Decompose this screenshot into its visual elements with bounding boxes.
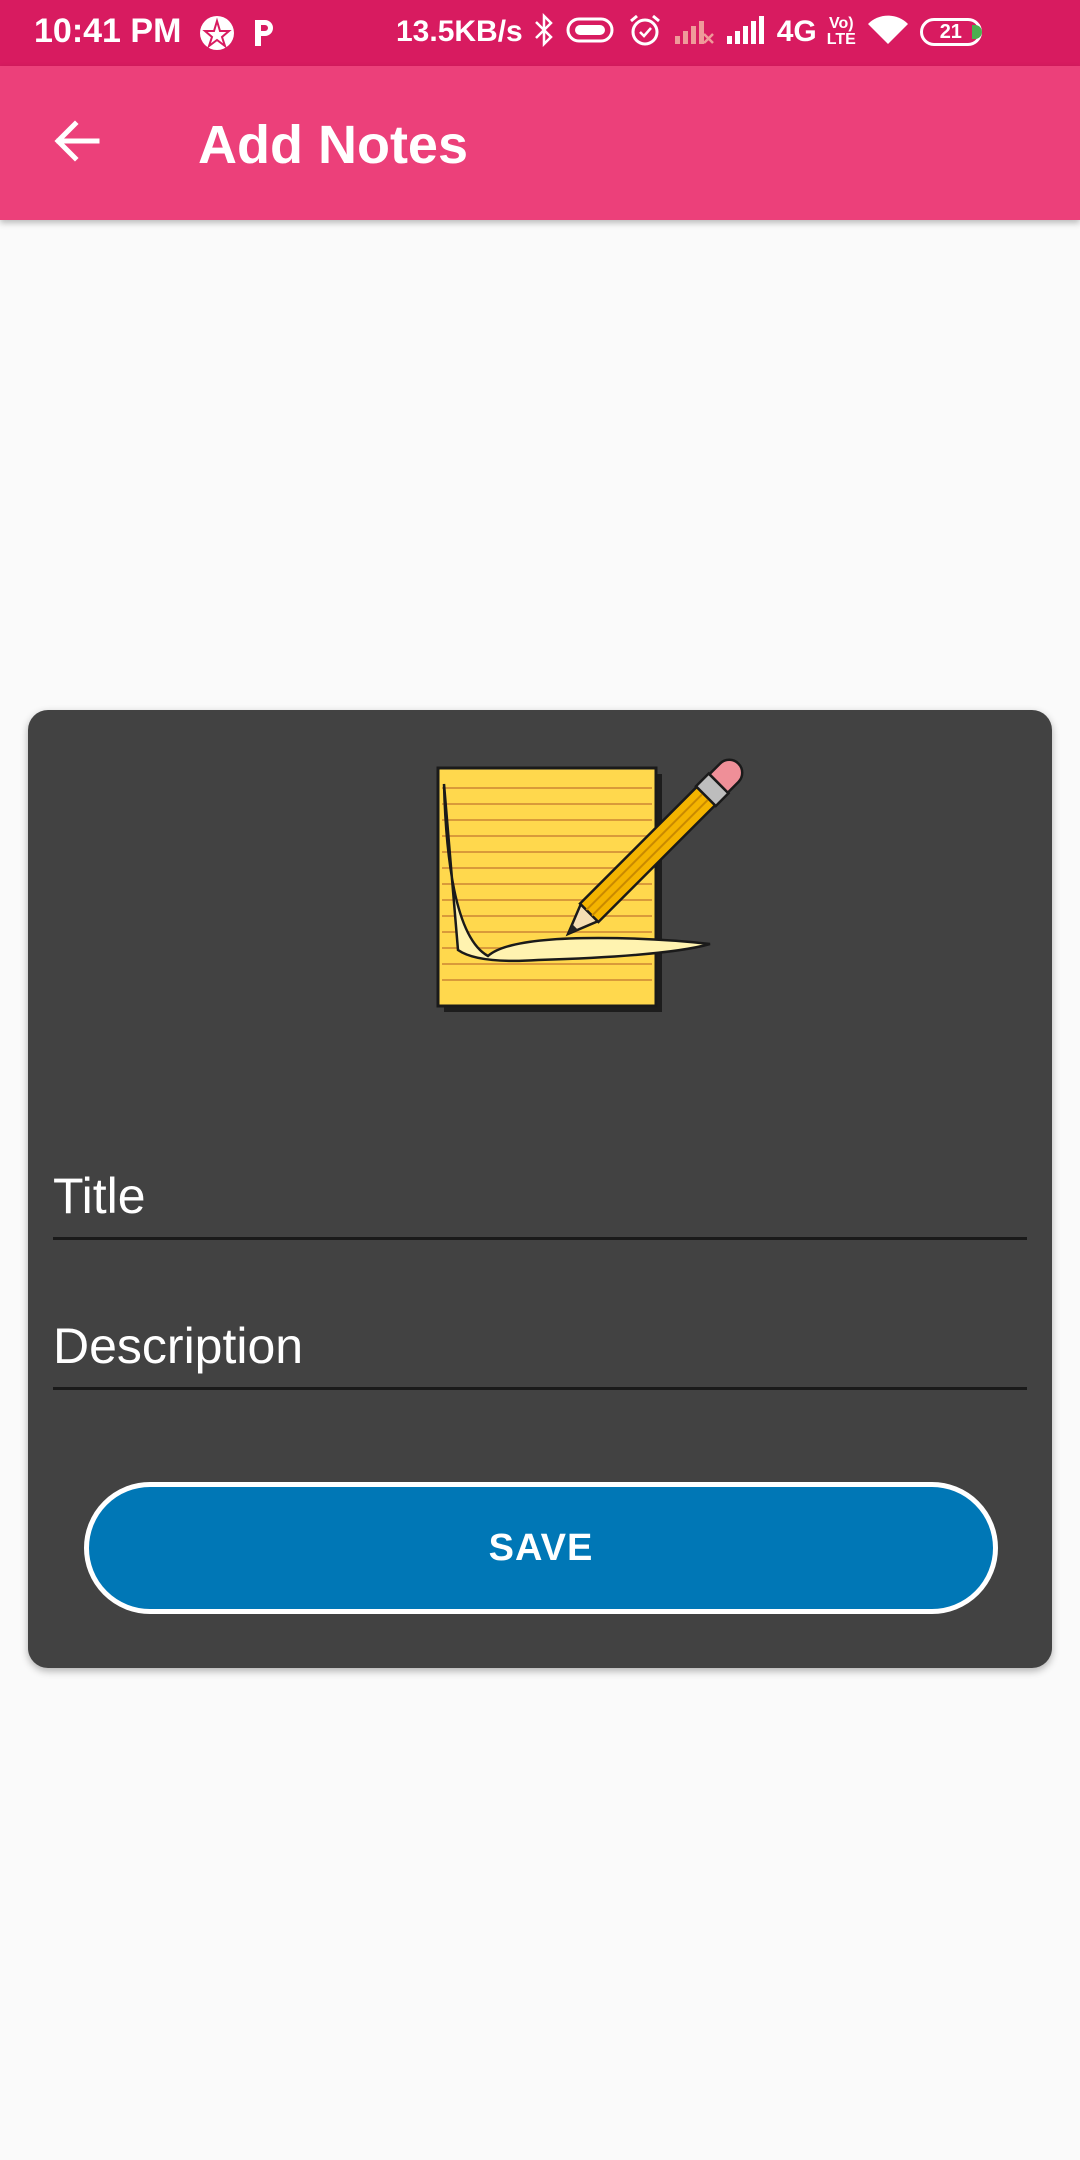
net-speed: 13.5KB/s bbox=[396, 15, 523, 48]
battery-charge-indicator bbox=[971, 25, 982, 39]
signal-sim2-icon bbox=[725, 14, 767, 51]
p-notification-icon bbox=[250, 16, 276, 55]
volte-top-text: Vo) bbox=[829, 15, 854, 32]
wifi-icon bbox=[866, 14, 910, 51]
app-notification-icon bbox=[198, 14, 236, 57]
description-placeholder: Description bbox=[53, 1318, 304, 1374]
add-note-card: Title Description SAVE bbox=[28, 710, 1052, 1668]
volte-bottom-text: LTE bbox=[826, 31, 856, 48]
save-button[interactable]: SAVE bbox=[84, 1482, 998, 1614]
network-type: 4G bbox=[776, 15, 817, 48]
volte-indicator: Vo) LTE bbox=[827, 16, 856, 48]
battery-icon: 21 bbox=[919, 18, 982, 46]
battery-level: 21 bbox=[939, 21, 962, 43]
notepad-pencil-icon bbox=[418, 724, 778, 1024]
signal-sim1-no-service-icon bbox=[673, 14, 715, 51]
bluetooth-icon bbox=[533, 12, 555, 52]
battery-saver-icon bbox=[565, 15, 617, 50]
alarm-icon bbox=[627, 12, 663, 53]
save-button-label: SAVE bbox=[488, 1526, 594, 1569]
arrow-back-icon bbox=[53, 119, 101, 167]
status-notification-icons bbox=[198, 14, 276, 57]
status-time: 10:41 PM bbox=[34, 12, 182, 50]
back-button[interactable] bbox=[46, 118, 108, 168]
description-field[interactable]: Description bbox=[53, 1310, 1027, 1390]
title-placeholder: Title bbox=[53, 1168, 146, 1224]
title-field[interactable]: Title bbox=[53, 1160, 1027, 1240]
status-bar: 10:41 PM 13.5KB/s 4G Vo) LTE 21 bbox=[0, 0, 1080, 66]
page-title: Add Notes bbox=[198, 115, 468, 175]
app-bar: Add Notes bbox=[0, 66, 1080, 220]
status-system-icons: 13.5KB/s 4G Vo) LTE 21 bbox=[396, 10, 982, 54]
